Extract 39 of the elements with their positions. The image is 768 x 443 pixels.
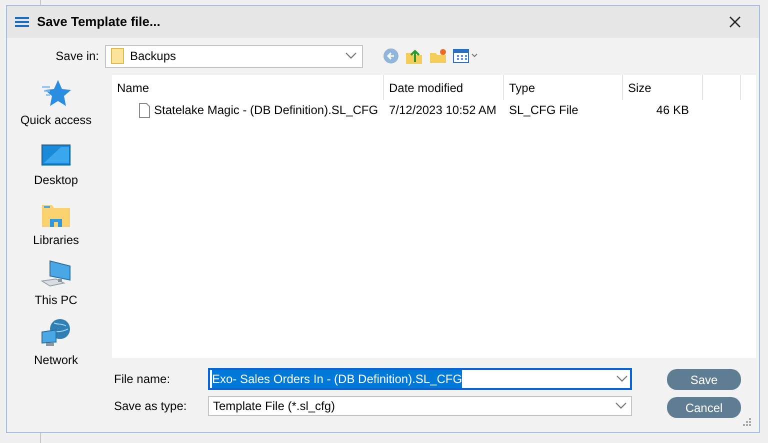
column-header[interactable]: Date modified xyxy=(384,75,504,100)
new-folder-icon[interactable] xyxy=(429,48,447,64)
save-as-type-label: Save as type: xyxy=(114,398,188,415)
network-icon xyxy=(40,318,72,348)
menu-icon xyxy=(15,16,29,28)
column-header[interactable]: Type xyxy=(504,75,623,100)
column-header[interactable]: Name xyxy=(112,75,384,100)
file-size: 46 KB xyxy=(655,102,690,119)
place-item[interactable]: This PC xyxy=(34,255,78,315)
folder-icon xyxy=(41,202,71,228)
desktop-icon xyxy=(41,144,71,168)
column-header[interactable]: Size xyxy=(623,75,703,100)
file-date: 7/12/2023 10:52 AM xyxy=(388,102,498,119)
place-item[interactable]: Quick access xyxy=(20,75,92,135)
file-name-field[interactable]: Exo- Sales Orders In - (DB Definition).SL_CFG xyxy=(208,368,632,390)
folder-icon xyxy=(111,48,124,64)
save-button[interactable]: Save xyxy=(667,369,741,390)
window-title: Save Template file... xyxy=(37,13,160,32)
file-name-value: Exo- Sales Orders In - (DB Definition).SL_CFG xyxy=(212,370,462,388)
star-icon xyxy=(40,78,71,108)
file-icon xyxy=(139,102,150,118)
place-item[interactable]: Network xyxy=(34,315,78,375)
file-name: Statelake Magic - (DB Definition).SL_CFG xyxy=(154,102,378,119)
save-in-dropdown[interactable]: Backups xyxy=(105,44,363,68)
place-item[interactable]: Desktop xyxy=(34,135,78,195)
save-in-label: Save in: xyxy=(54,48,100,65)
save-in-value: Backups xyxy=(130,48,176,65)
save-as-type-value: Template File (*.sl_cfg) xyxy=(213,398,336,415)
close-icon[interactable] xyxy=(729,16,741,28)
file-type: SL_CFG File xyxy=(508,102,580,119)
up-folder-icon[interactable] xyxy=(405,48,423,64)
view-menu-icon[interactable] xyxy=(453,49,479,63)
save-as-type-dropdown[interactable]: Template File (*.sl_cfg) xyxy=(208,396,632,416)
file-row[interactable]: Statelake Magic - (DB Definition).SL_CFG 7/12/2023 10:52 AM SL_CFG File 46 KB xyxy=(112,100,703,120)
place-item[interactable]: Libraries xyxy=(32,195,80,255)
computer-icon xyxy=(40,260,72,288)
file-name-label: File name: xyxy=(114,371,172,388)
resize-grip-icon[interactable] xyxy=(743,418,751,426)
cancel-button[interactable]: Cancel xyxy=(667,397,741,418)
